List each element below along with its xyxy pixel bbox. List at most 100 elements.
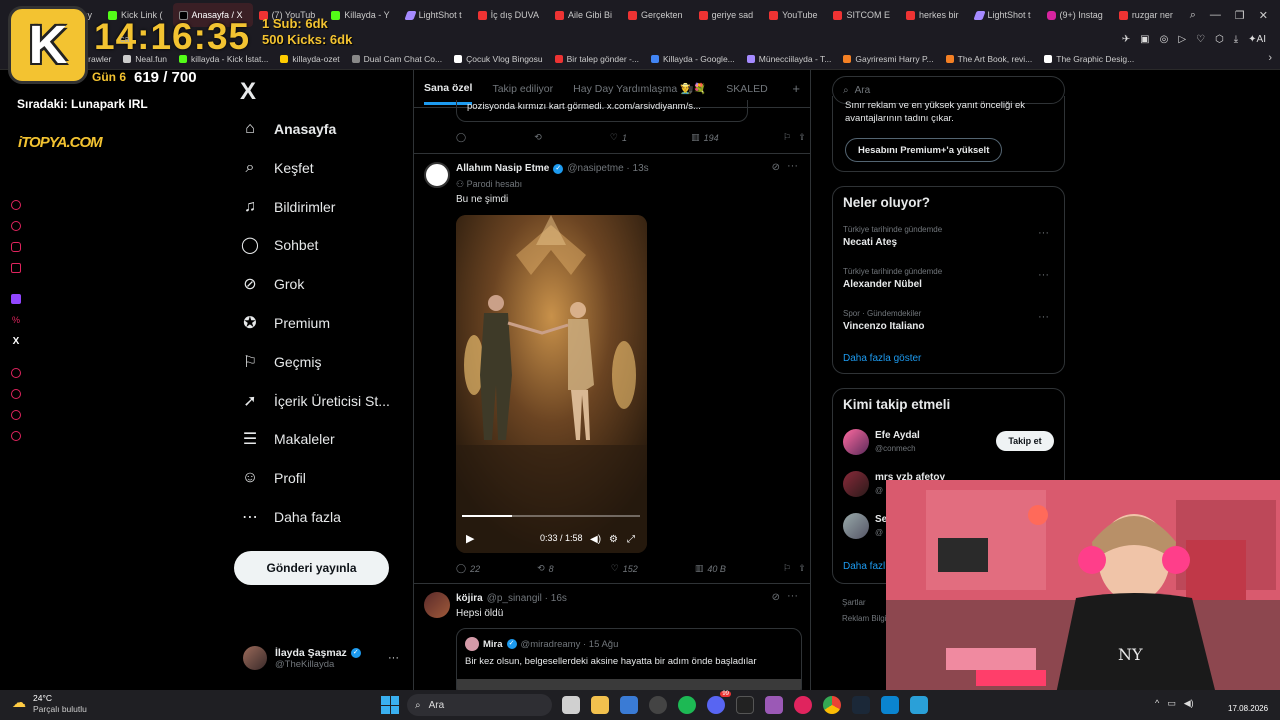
feed-tab[interactable]: Takip ediliyor <box>492 83 553 95</box>
add-tab-icon[interactable]: + <box>792 81 800 96</box>
grok-explain-icon[interactable]: ⊘ <box>772 592 780 603</box>
task-view-icon[interactable] <box>562 696 580 714</box>
x-logo[interactable]: X <box>240 78 256 106</box>
sidebar-x-icon[interactable]: X <box>13 336 20 347</box>
bookmark-icon[interactable]: ⚐ ⇪ <box>783 132 806 143</box>
retweet-icon[interactable]: ⟲ 8 <box>537 563 554 574</box>
weather-desc[interactable]: Parçalı bulutlu <box>33 704 87 714</box>
avatar[interactable] <box>424 592 450 618</box>
author-handle[interactable]: @p_sinangil · 16s <box>487 593 567 604</box>
sidebar-app-icon[interactable] <box>11 263 21 273</box>
avatar[interactable] <box>843 471 869 497</box>
browser-tab[interactable]: LightShot t <box>969 3 1041 27</box>
sidebar-app-icon[interactable] <box>11 221 21 231</box>
avatar[interactable] <box>843 513 869 539</box>
bookmark-item[interactable]: The Art Book, revi... <box>945 54 1032 64</box>
trend-item[interactable]: Türkiye tarihinde gündemde Necati Ateş ··· <box>843 225 1057 248</box>
footer-terms-link[interactable]: Şartlar <box>842 598 866 607</box>
tray-chevron-icon[interactable]: ^ <box>1155 698 1159 709</box>
heart-icon[interactable]: ♡ <box>1196 34 1205 45</box>
author-handle[interactable]: @nasipetme · 13s <box>567 163 648 174</box>
minimize-icon[interactable]: — <box>1210 9 1221 21</box>
reply-icon[interactable]: ◯ 22 <box>456 563 480 574</box>
extensions-icon[interactable]: ⬡ <box>1215 34 1224 45</box>
bookmark-item[interactable]: Çocuk Vlog Bingosu <box>454 54 543 64</box>
opera-icon[interactable] <box>794 696 812 714</box>
search-tabs-icon[interactable]: ⌕ <box>1190 9 1196 22</box>
steam-icon[interactable] <box>852 696 870 714</box>
bookmark-item[interactable]: Gayriresmi Harry P... <box>843 54 934 64</box>
nav-item-bell[interactable]: ♫ Bildirimler <box>240 192 335 222</box>
file-explorer-icon[interactable] <box>591 696 609 714</box>
nav-item-grok[interactable]: ⊘ Grok <box>240 269 304 299</box>
quoted-tweet[interactable]: Mira ✓ @miradreamy · 15 Ağu Bir kez olsu… <box>456 628 802 690</box>
sidebar-app-icon[interactable] <box>11 410 21 420</box>
post-button[interactable]: Gönderi yayınla <box>234 551 389 585</box>
browser-tab[interactable]: herkes bir <box>900 3 969 27</box>
footer-ads-link[interactable]: Reklam Bilgi <box>842 614 886 623</box>
suggested-user-name[interactable]: Efe Aydal <box>875 430 920 441</box>
like-icon[interactable]: ♡ 152 <box>611 563 638 574</box>
nav-item-more[interactable]: ⋯ Daha fazla <box>240 502 341 532</box>
play-icon[interactable]: ▷ <box>1178 34 1186 45</box>
browser-tab[interactable]: (9+) Instag <box>1041 3 1113 27</box>
who-more-link[interactable]: Daha fazl <box>843 561 885 572</box>
browser-tab[interactable]: SITCOM E <box>827 3 900 27</box>
video-player[interactable]: ▶ 0:33 / 1:58 ◀) ⚙ ⤢ <box>456 215 647 553</box>
more-icon[interactable]: ··· <box>388 652 399 664</box>
chrome-icon[interactable] <box>823 696 841 714</box>
maximize-icon[interactable]: ❐ <box>1235 9 1245 22</box>
sidebar-app-icon[interactable] <box>11 242 21 252</box>
follow-button[interactable]: Takip et <box>996 431 1054 451</box>
bookmark-item[interactable]: Dual Cam Chat Co... <box>351 54 442 64</box>
sidebar-clock-icon[interactable] <box>11 389 21 399</box>
views-icon[interactable]: ▥ 194 <box>691 132 719 143</box>
nav-item-bookmark[interactable]: ⚐ Geçmiş <box>240 347 322 377</box>
bookmark-item[interactable]: killayda-ozet <box>280 54 340 64</box>
bookmark-item[interactable]: The Graphic Desig... <box>1044 54 1134 64</box>
trend-item[interactable]: Türkiye tarihinde gündemde Alexander Nübe… <box>843 267 1057 290</box>
sidebar-settings-icon[interactable] <box>11 431 21 441</box>
start-icon[interactable] <box>381 696 399 714</box>
mail-icon[interactable] <box>620 696 638 714</box>
browser-tab[interactable]: Killayda - Y <box>325 3 399 27</box>
app-icon[interactable] <box>881 696 899 714</box>
bookmark-item[interactable]: Münecciilayda - T... <box>746 54 831 64</box>
obs-icon[interactable] <box>649 696 667 714</box>
nav-item-premium[interactable]: ✪ Premium <box>240 308 330 338</box>
screenshot-icon[interactable]: ▣ <box>1140 34 1149 45</box>
pin-icon[interactable]: ✈ <box>1122 34 1130 45</box>
feed-tab[interactable]: SKALED <box>726 83 767 95</box>
nav-item-chat[interactable]: ◯ Sohbet <box>240 230 318 260</box>
browser-tab[interactable]: ruzgar ner <box>1113 3 1183 27</box>
weather-icon[interactable]: ☁ <box>12 694 34 716</box>
quoted-tweet[interactable]: pozisyonda kırmızı kart görmedi. x.com/a… <box>456 100 748 122</box>
author-name[interactable]: Allahım Nasip Etme <box>456 163 549 174</box>
nav-item-search[interactable]: ⌕ Keşfet <box>240 153 314 183</box>
volume-icon[interactable]: ◀) <box>1184 698 1194 709</box>
twitch-icon[interactable] <box>11 294 21 304</box>
bookmark-icon[interactable]: ⚐ ⇪ <box>783 563 806 574</box>
retweet-icon[interactable]: ⟲ <box>534 132 546 143</box>
browser-tab[interactable]: Gerçekten <box>622 3 693 27</box>
like-icon[interactable]: ♡ 1 <box>610 132 627 143</box>
system-date[interactable]: 17.08.2026 <box>1228 704 1268 713</box>
play-icon[interactable]: ▶ <box>466 532 474 545</box>
avatar[interactable] <box>843 429 869 455</box>
fullscreen-icon[interactable]: ⤢ <box>627 534 635 545</box>
bookmark-item[interactable]: Bir talep gönder -... <box>554 54 639 64</box>
browser-tab[interactable]: YouTube <box>763 3 827 27</box>
ai-icon[interactable]: ✦AI <box>1248 34 1266 45</box>
browser-tab[interactable]: Aile Gibi Bi <box>549 3 622 27</box>
volume-icon[interactable]: ◀) <box>590 534 601 545</box>
camera-icon[interactable]: ◎ <box>1160 34 1169 45</box>
download-icon[interactable]: ⤓ <box>1234 34 1238 45</box>
views-icon[interactable]: ▥ 40 B <box>695 563 726 574</box>
more-icon[interactable]: ··· <box>787 590 798 602</box>
trend-item[interactable]: Spor · Gündemdekiler Vincenzo Italiano ··· <box>843 309 1057 332</box>
close-icon[interactable]: ✕ <box>1259 9 1268 22</box>
browser-tab[interactable]: İç dış DUVA <box>472 3 549 27</box>
sidebar-percent-icon[interactable]: % <box>12 315 20 325</box>
app-icon[interactable] <box>765 696 783 714</box>
spotify-icon[interactable] <box>678 696 696 714</box>
